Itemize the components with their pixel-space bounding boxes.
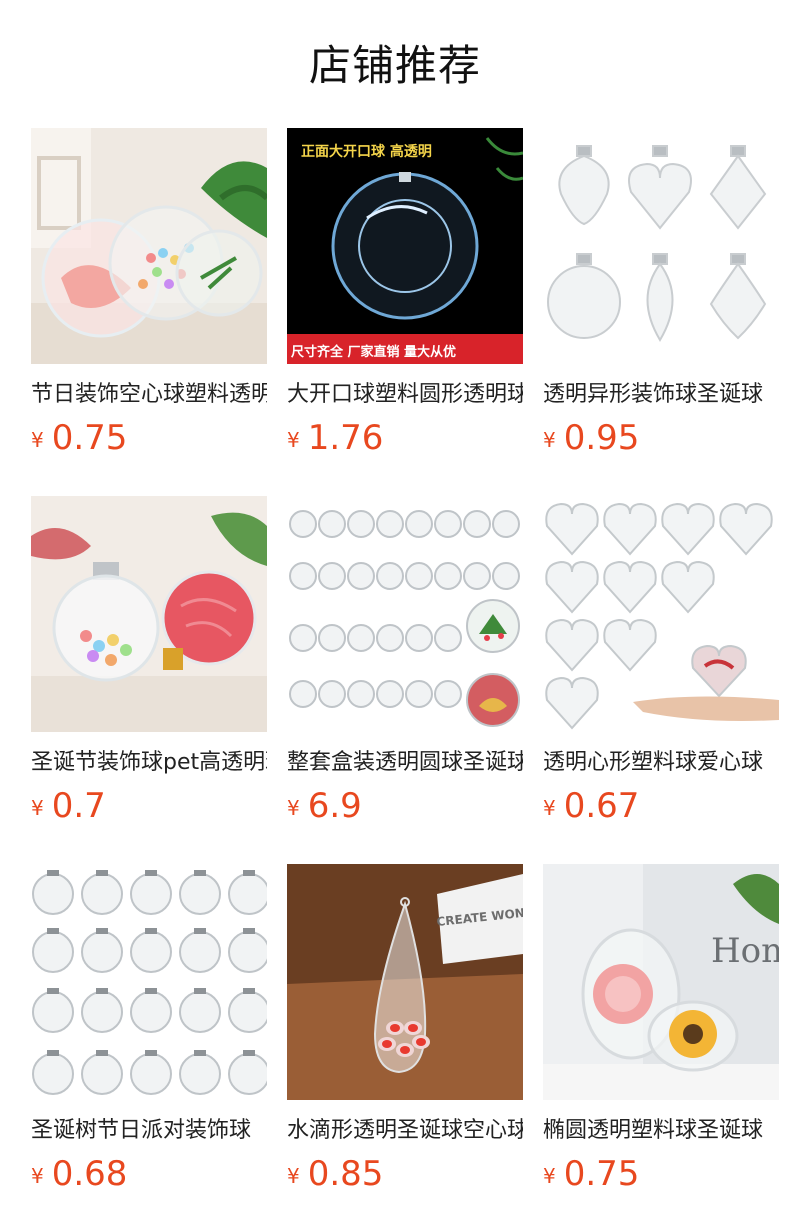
product-price: ¥0.85 [287,1152,383,1196]
product-image[interactable] [543,128,779,364]
product-card[interactable]: 正面大开口球 高透明 尺寸齐全 厂家直销 量大从优 大开口球塑料圆形透明球 ¥1… [287,128,523,468]
product-name[interactable]: 整套盒装透明圆球圣诞球 [287,746,523,780]
currency-symbol: ¥ [287,428,300,452]
product-image[interactable] [543,496,779,732]
product-card[interactable]: CREATE WONDERFUL 水滴形透明圣诞球空心球 ¥0.85 [287,864,523,1204]
sign-text: Hon [711,931,779,971]
product-image[interactable] [31,496,267,732]
page-title: 店铺推荐 [308,41,481,90]
product-card[interactable]: Hon 椭圆透明塑料球圣诞球 ¥0.75 [543,864,779,1204]
currency-symbol: ¥ [31,428,44,452]
price-value: 0.68 [51,1154,128,1194]
product-card[interactable]: 圣诞树节日派对装饰球 ¥0.68 [31,864,267,1204]
product-name[interactable]: 节日装饰空心球塑料透明球 [31,378,267,412]
product-image[interactable] [31,864,267,1100]
product-grid: 节日装饰空心球塑料透明球 ¥0.75 正面大开口球 高透明 尺寸齐全 厂家直销 … [31,128,790,1228]
product-name[interactable]: 圣诞节装饰球pet高透明球 [31,746,267,780]
currency-symbol: ¥ [287,796,300,820]
banner-top-text: 正面大开口球 高透明 [301,143,432,160]
product-image[interactable]: 正面大开口球 高透明 尺寸齐全 厂家直销 量大从优 [287,128,523,364]
product-name[interactable]: 水滴形透明圣诞球空心球 [287,1114,523,1148]
product-image[interactable]: Hon [543,864,779,1100]
product-card[interactable]: 透明心形塑料球爱心球 ¥0.67 [543,496,779,836]
product-price: ¥1.76 [287,416,383,460]
product-name[interactable]: 透明心形塑料球爱心球 [543,746,779,780]
product-card[interactable]: 透明异形装饰球圣诞球 ¥0.95 [543,128,779,468]
product-card[interactable]: 节日装饰空心球塑料透明球 ¥0.75 [31,128,267,468]
product-name[interactable]: 大开口球塑料圆形透明球 [287,378,523,412]
price-value: 0.7 [51,786,106,826]
price-value: 0.75 [563,1154,640,1194]
price-value: 1.76 [307,418,384,458]
product-image[interactable] [31,128,267,364]
price-value: 0.95 [563,418,640,458]
product-card[interactable]: 整套盒装透明圆球圣诞球 ¥6.9 [287,496,523,836]
product-price: ¥0.95 [543,416,639,460]
product-name[interactable]: 透明异形装饰球圣诞球 [543,378,779,412]
product-card[interactable]: 圣诞节装饰球pet高透明球 ¥0.7 [31,496,267,836]
product-price: ¥0.7 [31,784,106,828]
currency-symbol: ¥ [31,1164,44,1188]
currency-symbol: ¥ [543,1164,556,1188]
product-image[interactable] [287,496,523,732]
price-value: 6.9 [307,786,362,826]
banner-bottom-text: 尺寸齐全 厂家直销 量大从优 [291,344,456,360]
product-name[interactable]: 椭圆透明塑料球圣诞球 [543,1114,779,1148]
product-price: ¥6.9 [287,784,362,828]
product-price: ¥0.68 [31,1152,127,1196]
currency-symbol: ¥ [543,796,556,820]
product-name[interactable]: 圣诞树节日派对装饰球 [31,1114,267,1148]
currency-symbol: ¥ [287,1164,300,1188]
currency-symbol: ¥ [543,428,556,452]
product-image[interactable]: CREATE WONDERFUL [287,864,523,1100]
currency-symbol: ¥ [31,796,44,820]
product-price: ¥0.75 [543,1152,639,1196]
product-price: ¥0.75 [31,416,127,460]
price-value: 0.75 [51,418,128,458]
product-price: ¥0.67 [543,784,639,828]
price-value: 0.85 [307,1154,384,1194]
price-value: 0.67 [563,786,640,826]
